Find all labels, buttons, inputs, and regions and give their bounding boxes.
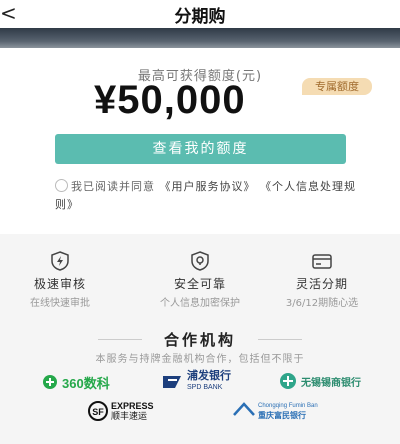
logo-spd-bank: 浦发银行 SPD BANK (160, 369, 231, 395)
check-quota-button[interactable]: 查看我的额度 (55, 134, 346, 164)
top-bar: < 分期购 (0, 0, 400, 28)
quota-card: 最高可获得额度(元) ¥50,000 专属额度 查看我的额度 我已阅读并同意 《… (0, 48, 400, 234)
shield-bolt-icon (51, 251, 69, 271)
feature-desc: 3/6/12期随心选 (285, 298, 359, 309)
feature-title: 极速审核 (33, 277, 86, 291)
logo-subtext: 顺丰速运 (111, 411, 148, 421)
logo-text: Chongqing Fumin Ban (258, 403, 318, 409)
xishang-logo-icon (280, 373, 296, 389)
feature-list: 极速审核 在线快速审批 安全可靠 个人信息加密保护 灵活分期 3/6/12期随心… (0, 250, 400, 310)
logo-text: 360数科 (62, 375, 110, 391)
logo-subtext: 重庆富民银行 (258, 411, 306, 420)
fumin-logo-icon (233, 402, 255, 416)
logo-subtext: SPD BANK (187, 384, 223, 391)
logo-xishang-bank: 无锡锡商银行 (278, 371, 361, 391)
agreement-row: 我已阅读并同意 《用户服务协议》 《个人信息处理规则》 (55, 178, 360, 214)
svg-text:SF: SF (92, 407, 104, 417)
feature-desc: 个人信息加密保护 (160, 298, 240, 309)
logo-text: 无锡锡商银行 (301, 377, 361, 389)
exclusive-badge: 专属额度 (302, 78, 372, 95)
partners-desc: 本服务与持牌金融机构合作，包括但不限于 (95, 354, 305, 365)
header-band (0, 28, 400, 50)
feature-secure: 安全可靠 个人信息加密保护 (140, 250, 260, 309)
logo-sf-express: SF EXPRESS 顺丰速运 (88, 398, 154, 424)
logo-text: 浦发银行 (187, 370, 231, 382)
partners-title: 合作机构 (163, 331, 236, 349)
sf-logo-icon: SF (88, 401, 108, 421)
feature-title: 安全可靠 (173, 277, 226, 291)
feature-title: 灵活分期 (295, 277, 348, 291)
feature-installments: 灵活分期 3/6/12期随心选 (262, 250, 382, 309)
quota-amount: ¥50,000 (94, 78, 246, 122)
logo-fumin-bank: Chongqing Fumin Ban 重庆富民银行 (232, 398, 318, 424)
agree-checkbox[interactable] (55, 179, 68, 192)
feature-desc: 在线快速审批 (30, 298, 90, 309)
divider-line (258, 339, 302, 340)
shield-pin-icon (191, 251, 209, 271)
user-agreement-link[interactable]: 《用户服务协议》 (160, 180, 256, 193)
logo-text: EXPRESS (111, 401, 154, 411)
feature-fast-review: 极速审核 在线快速审批 (0, 250, 120, 309)
agreement-prefix: 我已阅读并同意 (71, 180, 155, 193)
logo-360: 360数科 (40, 372, 110, 392)
page-title: 分期购 (174, 7, 226, 27)
plus-logo-icon (43, 375, 57, 389)
spd-logo-icon (163, 376, 181, 388)
card-icon (312, 254, 332, 269)
